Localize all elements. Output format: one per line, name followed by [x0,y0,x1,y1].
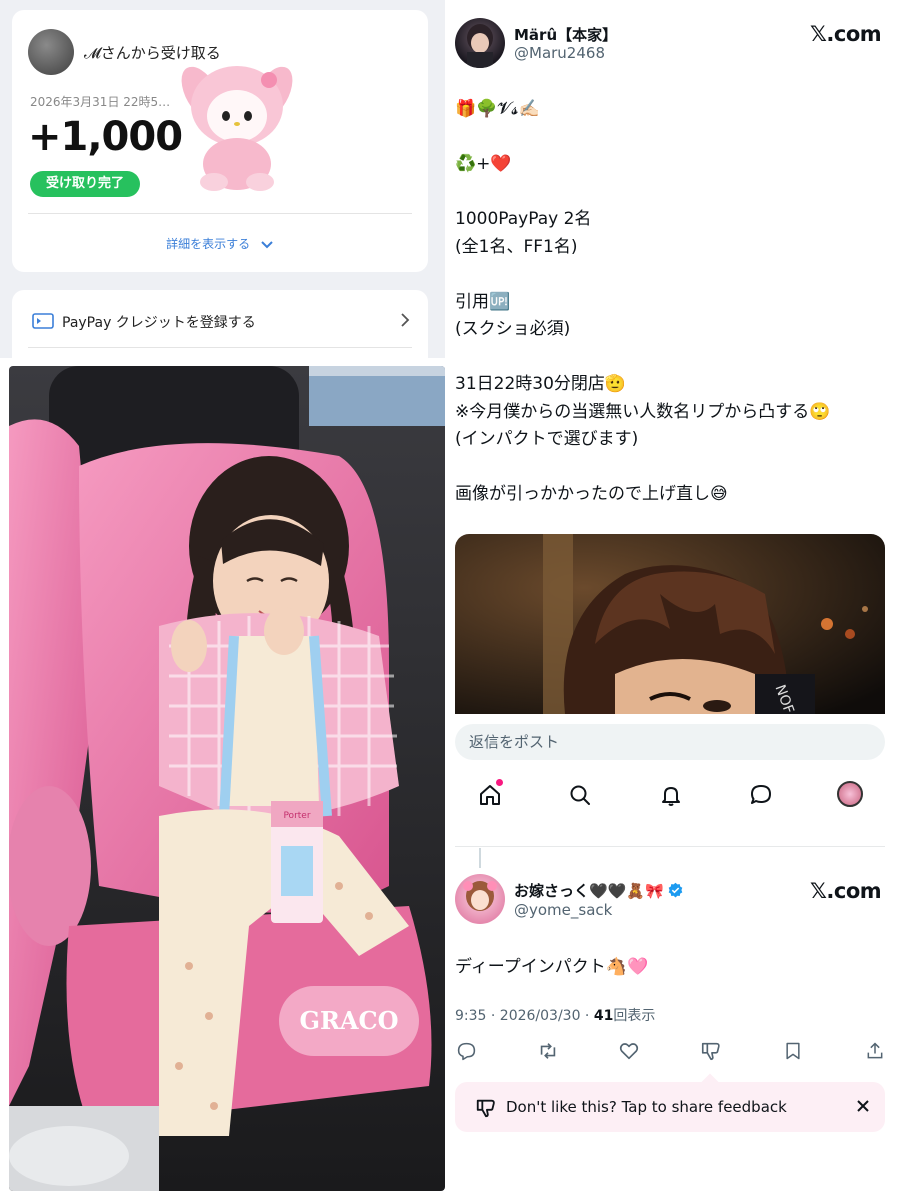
user-avatar[interactable] [455,874,505,924]
sender-avatar [28,29,74,75]
tweet-meta: 9:35 · 2026/03/30 · 41回表示 [455,1005,655,1025]
seat-brand-label: GRACO [299,1006,398,1035]
anime-boy-illustration: NOF [455,534,885,714]
tweet-text: 🎁🌳𝓥𝓼✍🏻 ♻️+❤️ 1000PayPay 2名 (全1名、FF1名) 引用… [455,99,831,504]
display-name-text: お嫁さっく🖤🖤🧸🎀 [514,882,664,900]
tweet-timestamp[interactable]: 9:35 · 2026/03/30 · [455,1008,594,1024]
search-icon[interactable] [565,780,595,810]
avatar-illustration [467,24,493,68]
avatar-illustration [463,881,497,911]
tweet-text: ディープインパクト🐴🩷 [455,957,649,977]
dislike-icon [476,1099,495,1118]
chevron-right-icon [401,313,410,327]
messages-icon[interactable] [746,780,776,810]
notifications-icon[interactable] [656,780,686,810]
display-name[interactable]: Märû【本家】 [514,24,617,45]
reply-icon[interactable] [455,1040,477,1062]
chevron-down-icon [261,240,273,248]
display-name[interactable]: お嫁さっく🖤🖤🧸🎀 [514,880,684,901]
feedback-banner[interactable]: Don't like this? Tap to share feedback [455,1073,885,1132]
credit-card-icon [32,313,54,329]
user-handle[interactable]: @yome_sack [514,901,612,919]
divider [455,846,885,847]
tweet-image[interactable]: NOF [455,534,885,714]
view-count: 41 [593,1008,614,1024]
banner-pointer [701,1073,719,1091]
credit-link-label: PayPay クレジットを登録する [62,315,256,331]
verified-badge-icon [668,882,683,898]
notification-dot [496,779,503,786]
user-avatar[interactable] [455,18,505,68]
photo-illustration: GRACO Porter [9,366,445,1191]
divider [28,213,412,214]
like-icon[interactable] [618,1040,640,1062]
repost-icon[interactable] [537,1040,559,1062]
paypay-credit-row[interactable]: PayPay クレジットを登録する [12,290,428,358]
paypay-screenshot: 𝓜さんから受け取る 2026年3月31日 22時5… +1,000 受け取り完了… [0,0,445,358]
divider [28,347,412,348]
carton-label: Porter [283,811,310,821]
thread-connector [479,848,481,868]
paypay-transfer-card: 𝓜さんから受け取る 2026年3月31日 22時5… +1,000 受け取り完了… [12,10,428,272]
car-seat-photo: GRACO Porter [9,366,445,1191]
transfer-amount: +1,000 [28,114,183,160]
view-count-label: 回表示 [613,1008,656,1024]
show-details-label: 詳細を表示する [166,237,251,251]
show-details-link[interactable]: 詳細を表示する [12,235,428,252]
share-icon[interactable] [864,1040,886,1062]
dislike-icon[interactable] [700,1040,722,1062]
x-com-logo: 𝕏.com [810,879,882,903]
x-com-logo: 𝕏.com [810,22,882,46]
bookmark-icon[interactable] [782,1040,804,1062]
status-badge: 受け取り完了 [30,171,141,197]
reply-input[interactable]: 返信をポスト [455,724,885,760]
profile-avatar[interactable] [837,781,863,807]
transfer-date: 2026年3月31日 22時5… [30,95,171,109]
user-handle[interactable]: @Maru2468 [514,44,605,62]
close-icon[interactable] [855,1098,871,1114]
plush-toy-sticker [181,66,293,191]
feedback-text: Don't like this? Tap to share feedback [506,1098,787,1116]
